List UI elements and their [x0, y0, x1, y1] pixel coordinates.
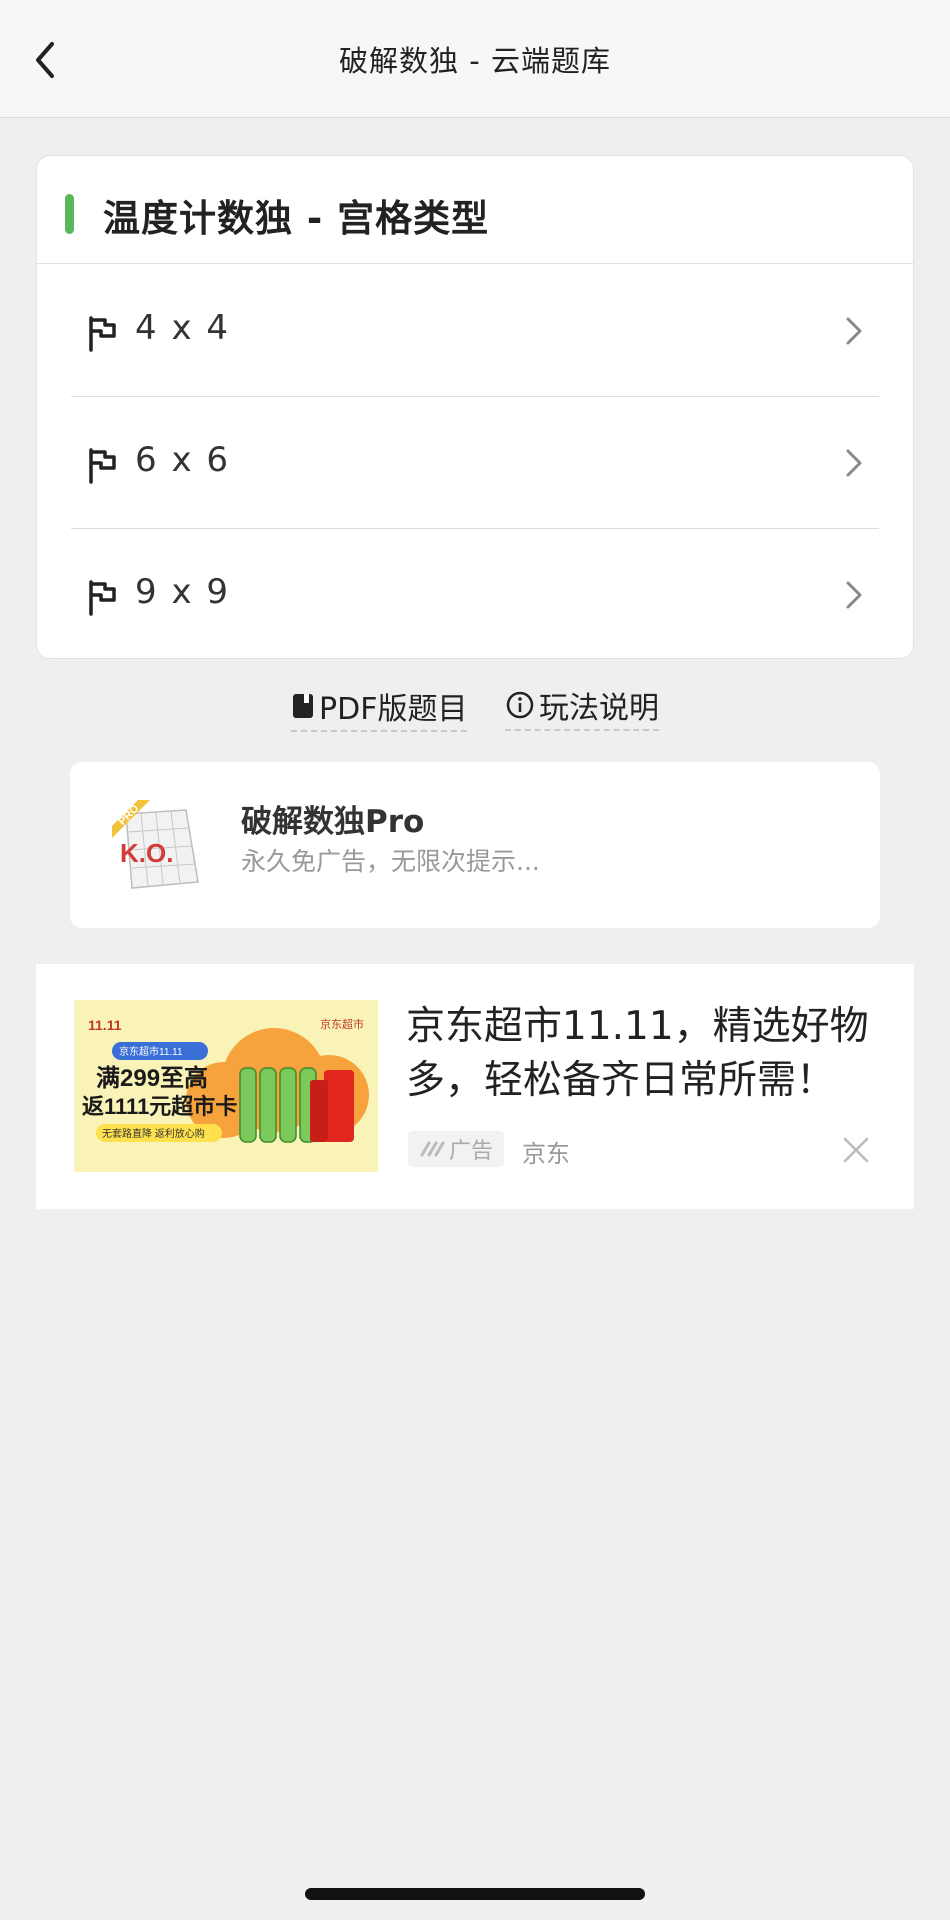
flag-icon [85, 314, 119, 352]
pdf-link[interactable]: PDF版题目 [291, 684, 468, 732]
close-icon[interactable] [842, 1136, 870, 1164]
ad-card[interactable]: 11.11 京东超市 京东超市11.11 满299至高 返1111元超市卡 无套… [36, 964, 914, 1209]
page-title: 破解数独 - 云端题库 [339, 44, 611, 78]
grid-option-label: 6 x 6 [135, 440, 230, 480]
pro-upgrade-card[interactable]: PRO K.O. 破解数独Pro 永久免广告，无限次提示... [70, 762, 880, 928]
pro-logo-text: K.O. [120, 838, 173, 868]
rules-link[interactable]: 玩法说明 [505, 683, 659, 731]
ad-image-brand: 京东超市 [320, 1017, 364, 1031]
grid-option-label: 4 x 4 [135, 308, 230, 348]
ad-source: 京东 [522, 1140, 570, 1168]
home-indicator [305, 1888, 645, 1900]
ad-image-tag: 京东超市11.11 [119, 1045, 183, 1058]
card-header: 温度计数独 - 宫格类型 [37, 156, 913, 264]
flag-icon [85, 578, 119, 616]
card-title: 温度计数独 - 宫格类型 [103, 197, 490, 240]
ad-badge-label: 广告 [448, 1139, 493, 1164]
ad-image-line2: 返1111元超市卡 [82, 1094, 237, 1119]
ad-headline: 京东超市11.11，精选好物多，轻松备齐日常所需！ [406, 1004, 869, 1103]
nav-bar: 破解数独 - 云端题库 [0, 0, 950, 118]
pro-title: 破解数独Pro [241, 804, 425, 840]
pro-app-logo: PRO K.O. [108, 796, 208, 896]
grid-option-6x6[interactable]: 6 x 6 [37, 396, 913, 528]
ad-image-line1: 满299至高 [96, 1064, 208, 1092]
grid-type-card: 温度计数独 - 宫格类型 4 x 4 6 x 6 9 x 9 [36, 155, 914, 659]
pdf-link-label: PDF版题目 [319, 692, 468, 727]
grid-option-label: 9 x 9 [135, 572, 230, 612]
rules-link-label: 玩法说明 [539, 691, 659, 726]
ad-logo-icon [420, 1141, 445, 1157]
ad-image-logo: 11.11 [88, 1017, 122, 1033]
chevron-right-icon [843, 446, 865, 480]
grid-option-4x4[interactable]: 4 x 4 [37, 264, 913, 396]
ad-badge: 广告 [408, 1131, 504, 1167]
chevron-right-icon [843, 314, 865, 348]
help-links: PDF版题目 玩法说明 [0, 683, 950, 732]
book-icon [293, 694, 313, 718]
flag-icon [85, 446, 119, 484]
pro-subtitle: 永久免广告，无限次提示... [241, 847, 540, 876]
accent-bar [65, 194, 74, 234]
grid-option-9x9[interactable]: 9 x 9 [37, 528, 913, 658]
ad-image-line3: 无套路直降 返利放心购 [102, 1127, 205, 1140]
info-icon [506, 691, 534, 719]
chevron-right-icon [843, 578, 865, 612]
ad-image[interactable]: 11.11 京东超市 京东超市11.11 满299至高 返1111元超市卡 无套… [74, 1000, 378, 1172]
